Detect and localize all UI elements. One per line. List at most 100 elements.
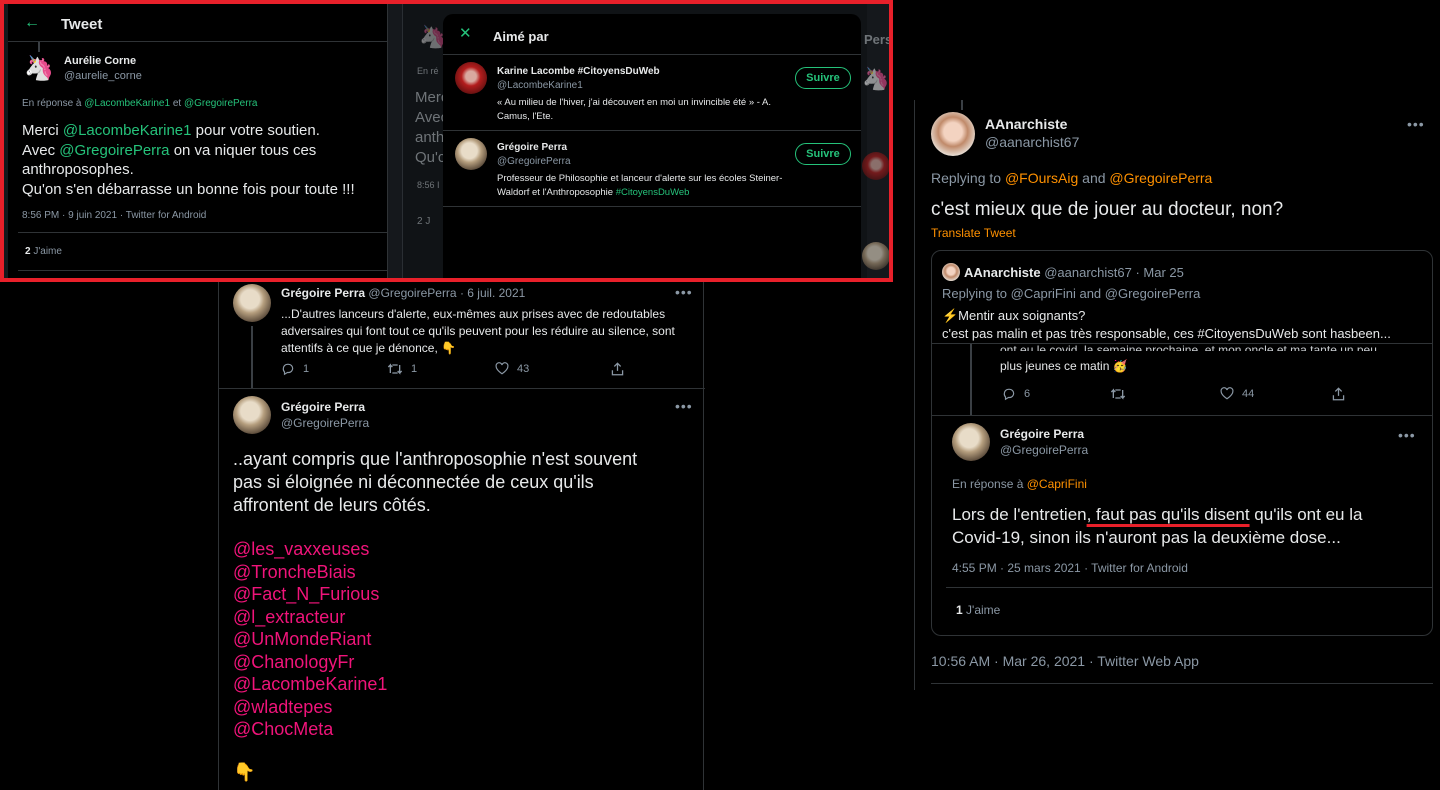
mention-link[interactable]: @ChocMeta bbox=[233, 718, 387, 741]
mention-link[interactable]: @GregoirePerra bbox=[59, 142, 169, 159]
like-count: 43 bbox=[517, 362, 530, 375]
embedded-text-cut: ont eu le covid, la semaine prochaine, e… bbox=[1000, 343, 1377, 351]
avatar[interactable] bbox=[455, 138, 487, 170]
close-icon[interactable]: ✕ bbox=[459, 24, 472, 42]
reply-icon bbox=[282, 363, 294, 376]
avatar[interactable] bbox=[455, 62, 487, 94]
mention-link[interactable]: @GregoirePerra bbox=[1109, 170, 1212, 186]
back-arrow-icon[interactable]: ← bbox=[24, 14, 40, 32]
embedded-likes-label: J'aime bbox=[966, 603, 1001, 617]
modal-title: Aimé par bbox=[493, 29, 549, 44]
quote-text: ⚡Mentir aux soignants? bbox=[942, 308, 1086, 323]
right-tweet-panel: AAnarchiste @aanarchist67 ••• Replying t… bbox=[914, 100, 1440, 690]
avatar[interactable] bbox=[233, 284, 271, 322]
unicorn-avatar: 🦄 bbox=[862, 66, 890, 91]
translate-link[interactable]: Translate Tweet bbox=[931, 226, 1016, 240]
underlined-text: , faut pas qu'ils disent bbox=[1086, 505, 1250, 524]
follow-button[interactable]: Suivre bbox=[795, 67, 851, 89]
tweet-text: c'est mieux que de jouer au docteur, non… bbox=[931, 199, 1284, 220]
unicorn-avatar[interactable]: 🦄 bbox=[24, 54, 54, 84]
user-name[interactable]: Grégoire Perra bbox=[497, 142, 567, 153]
replying-prefix: Replying to bbox=[931, 170, 1005, 186]
bg-text: 8:56 I bbox=[417, 180, 440, 190]
avatar bbox=[862, 242, 889, 270]
author-handle[interactable]: @GregoirePerra bbox=[368, 286, 456, 300]
mention-link: @CapriFini bbox=[1026, 477, 1087, 491]
user-bio: Camus, l'Ete. bbox=[497, 111, 554, 122]
header-title: Tweet bbox=[61, 16, 103, 33]
mention-link[interactable]: @GregoirePerra bbox=[184, 98, 258, 109]
mention-link[interactable]: @LacombeKarine1 bbox=[233, 673, 387, 696]
embedded-likes-count: 1 bbox=[956, 603, 963, 617]
mention-link[interactable]: @wladtepes bbox=[233, 696, 387, 719]
author-handle[interactable]: @aurelie_corne bbox=[64, 70, 142, 82]
author-name[interactable]: AAnarchiste bbox=[985, 116, 1067, 132]
quoted-tweet-card[interactable]: AAnarchiste @aanarchist67 · Mar 25 Reply… bbox=[931, 250, 1433, 636]
share-button[interactable] bbox=[611, 362, 624, 376]
more-icon[interactable]: ••• bbox=[1407, 116, 1425, 132]
author-handle[interactable]: @GregoirePerra bbox=[281, 416, 369, 430]
tweet-meta[interactable]: 8:56 PM · 9 juin 2021 · Twitter for Andr… bbox=[22, 210, 206, 221]
mention-link[interactable]: @Fact_N_Furious bbox=[233, 583, 387, 606]
mention-link[interactable]: @ChanologyFr bbox=[233, 651, 387, 674]
follow-button[interactable]: Suivre bbox=[795, 143, 851, 165]
embedded-reply-prefix: En réponse à bbox=[952, 477, 1027, 491]
user-bio: Professeur de Philosophie et lanceur d'a… bbox=[497, 173, 783, 184]
mention-link[interactable]: @TroncheBiais bbox=[233, 561, 387, 584]
reply-and: et bbox=[172, 98, 182, 109]
tweet-meta[interactable]: 10:56 AM · Mar 26, 2021 · Twitter Web Ap… bbox=[931, 653, 1199, 669]
embedded-text: Lors de l'entretien bbox=[952, 505, 1087, 524]
mention-link[interactable]: @LacombeKarine1 bbox=[84, 98, 170, 109]
heart-icon bbox=[495, 362, 509, 375]
tweet-text: Merci bbox=[22, 122, 63, 139]
reply-button: 6 bbox=[1002, 387, 1030, 401]
mention-link[interactable]: @LacombeKarine1 bbox=[63, 122, 192, 139]
author-handle[interactable]: @aanarchist67 bbox=[985, 134, 1079, 150]
middle-thread: Grégoire Perra @GregoirePerra · 6 juil. … bbox=[218, 270, 705, 790]
user-name[interactable]: Karine Lacombe #CitoyensDuWeb bbox=[497, 66, 660, 77]
embedded-author-name: Grégoire Perra bbox=[1000, 427, 1085, 441]
user-handle[interactable]: @GregoirePerra bbox=[497, 156, 571, 167]
author-name[interactable]: Grégoire Perra bbox=[281, 400, 365, 414]
avatar bbox=[862, 152, 889, 180]
embedded-author-handle: @GregoirePerra bbox=[1000, 443, 1089, 457]
mention-link[interactable]: @l_extracteur bbox=[233, 606, 387, 629]
pointing-down-emoji: 👇 bbox=[233, 762, 256, 782]
more-icon[interactable]: ••• bbox=[675, 398, 693, 414]
tweet-text: on va niquer tous ces bbox=[169, 141, 317, 159]
mention-link[interactable]: @FOursAig bbox=[1005, 170, 1078, 186]
tweet-text-line: affrontent de leurs côtés. bbox=[233, 495, 431, 515]
more-icon: ••• bbox=[1398, 427, 1416, 443]
share-button bbox=[1332, 387, 1345, 401]
mention-link[interactable]: @les_vaxxeuses bbox=[233, 538, 387, 561]
tweet-date[interactable]: · 6 juil. 2021 bbox=[460, 286, 525, 300]
share-icon bbox=[611, 362, 624, 376]
tweet-text: anthroposophes. bbox=[22, 161, 134, 178]
tweet-text-line: pas si éloignée ni déconnectée de ceux q… bbox=[233, 472, 594, 492]
user-handle[interactable]: @LacombeKarine1 bbox=[497, 80, 583, 91]
avatar[interactable] bbox=[931, 112, 975, 156]
more-icon[interactable]: ••• bbox=[675, 284, 693, 300]
mention-link[interactable]: @UnMondeRiant bbox=[233, 628, 387, 651]
user-bio: Waldorf et l'Anthroposophie bbox=[497, 187, 616, 198]
embedded-text: plus jeunes ce matin 🥳 bbox=[1000, 359, 1128, 373]
reply-icon bbox=[1003, 388, 1015, 401]
like-button[interactable]: 43 bbox=[495, 362, 529, 375]
retweet-button bbox=[1110, 387, 1126, 401]
author-name[interactable]: Grégoire Perra bbox=[281, 286, 365, 300]
bg-text: 2 J bbox=[417, 216, 431, 227]
likes-link[interactable]: 2 J'aime bbox=[25, 246, 62, 257]
heart-icon bbox=[1220, 387, 1234, 400]
retweet-button[interactable]: 1 bbox=[387, 362, 417, 376]
avatar[interactable] bbox=[233, 396, 271, 434]
tweet-text-line: ...D'autres lanceurs d'alerte, eux-mêmes… bbox=[281, 307, 666, 321]
reply-button[interactable]: 1 bbox=[281, 362, 309, 376]
share-icon bbox=[1332, 387, 1345, 401]
quote-author-name: AAnarchiste bbox=[964, 265, 1041, 280]
author-name[interactable]: Aurélie Corne bbox=[64, 55, 136, 67]
hashtag-link[interactable]: #CitoyensDuWeb bbox=[616, 187, 690, 198]
avatar bbox=[952, 423, 990, 461]
retweet-count: 1 bbox=[411, 363, 418, 375]
quote-replying: Replying to @CapriFini and @GregoirePerr… bbox=[942, 286, 1201, 301]
reply-prefix: En réponse à bbox=[22, 98, 82, 109]
